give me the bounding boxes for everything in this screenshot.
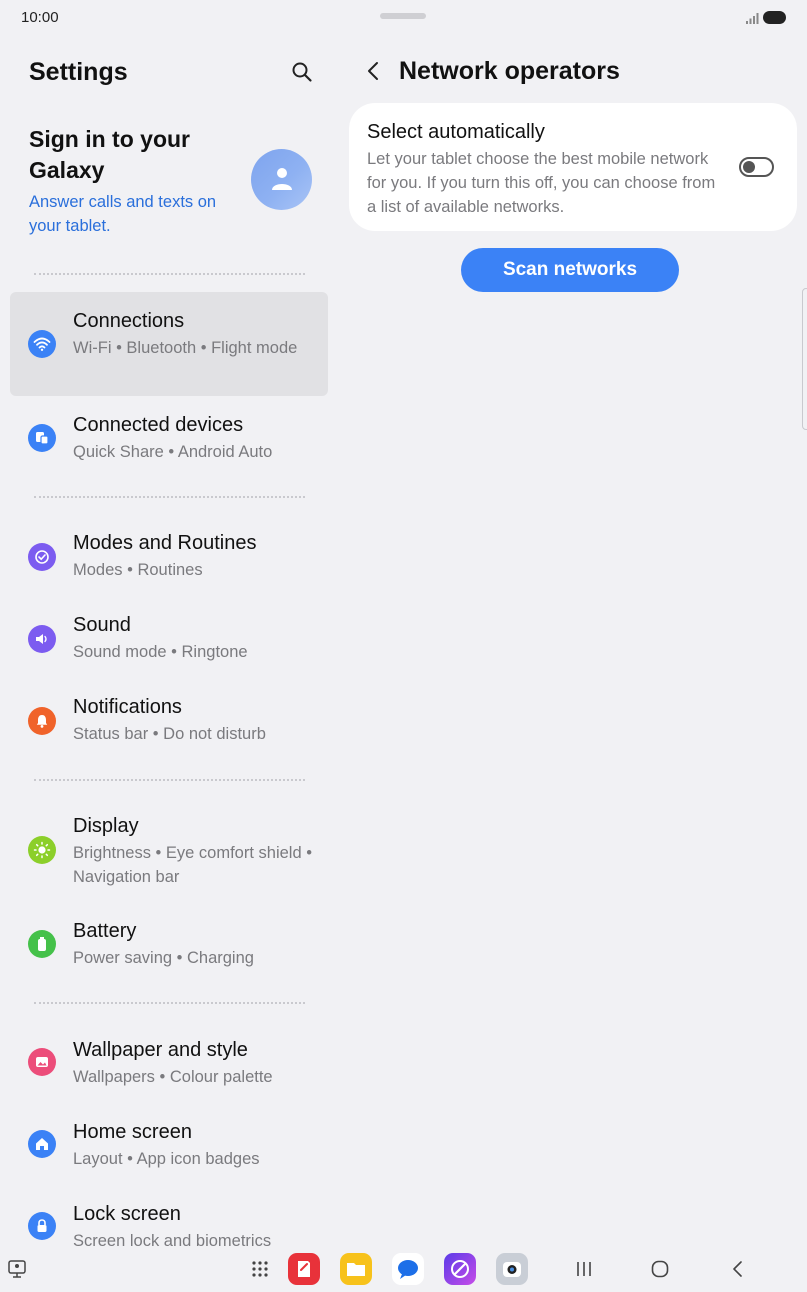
item-subtitle: Power saving • Charging [73, 949, 254, 967]
settings-item-lock-screen[interactable]: Lock screen Screen lock and biometrics [10, 1195, 328, 1250]
modes-routines-icon [28, 543, 56, 571]
settings-item-display[interactable]: Display Brightness • Eye comfort shield … [10, 807, 328, 903]
item-subtitle: Layout • App icon badges [73, 1150, 260, 1168]
settings-item-notifications[interactable]: Notifications Status bar • Do not distur… [10, 688, 328, 758]
item-title: Sound [73, 614, 131, 636]
messages-app-icon[interactable] [392, 1253, 424, 1285]
navigation-bar [0, 1250, 807, 1292]
back-arrow-icon[interactable] [363, 60, 385, 82]
internet-app-icon[interactable] [444, 1253, 476, 1285]
settings-item-connected-devices[interactable]: Connected devices Quick Share • Android … [10, 406, 328, 476]
select-automatically-title: Select automatically [367, 121, 545, 143]
settings-item-sound[interactable]: Sound Sound mode • Ringtone [10, 606, 328, 676]
divider [34, 496, 305, 498]
toggle-knob [743, 161, 755, 173]
item-title: Connected devices [73, 414, 244, 436]
person-icon [272, 168, 292, 190]
item-title: Battery [73, 920, 137, 942]
divider [34, 779, 305, 781]
select-automatically-toggle[interactable] [739, 157, 774, 177]
settings-item-battery[interactable]: Battery Power saving • Charging [10, 912, 328, 982]
item-subtitle: Wi-Fi • Bluetooth • Flight mode [73, 339, 298, 357]
status-bar: 10:00 [0, 0, 807, 36]
item-subtitle: Screen lock and biometrics [73, 1232, 272, 1250]
divider [34, 1002, 305, 1004]
panel-edge-handle[interactable] [802, 288, 807, 430]
account-subtitle: Answer calls and texts on your tablet. [29, 193, 217, 235]
avatar [251, 149, 312, 210]
battery-status-icon [763, 11, 786, 24]
item-subtitle: Sound mode • Ringtone [73, 643, 248, 661]
sun-icon [28, 836, 56, 864]
item-subtitle: Modes • Routines [73, 561, 203, 579]
status-time: 10:00 [21, 9, 59, 26]
item-title: Connections [73, 310, 185, 332]
scan-networks-button[interactable]: Scan networks [461, 248, 679, 292]
page-title: Network operators [399, 57, 620, 85]
screen: 10:00 Settings Sign in to your Galaxy An… [0, 0, 807, 1292]
drag-handle[interactable] [380, 13, 426, 19]
item-title: Notifications [73, 696, 182, 718]
item-title: Home screen [73, 1121, 192, 1143]
screenshot-toolbar-icon[interactable] [6, 1258, 28, 1280]
signal-icon [746, 13, 759, 24]
wifi-icon [28, 330, 56, 358]
settings-item-home-screen[interactable]: Home screen Layout • App icon badges [10, 1113, 328, 1183]
connected-devices-icon [28, 424, 56, 452]
home-button-icon[interactable] [648, 1257, 672, 1281]
item-title: Lock screen [73, 1203, 181, 1225]
select-automatically-description: Let your tablet choose the best mobile n… [367, 150, 716, 216]
settings-panel: Settings Sign in to your Galaxy Answer c… [0, 36, 338, 1250]
image-icon [28, 1048, 56, 1076]
settings-item-modes-routines[interactable]: Modes and Routines Modes • Routines [10, 524, 328, 594]
divider [34, 273, 305, 275]
item-subtitle: Quick Share • Android Auto [73, 443, 273, 461]
lock-icon [28, 1212, 56, 1240]
app-drawer-icon[interactable] [249, 1258, 271, 1280]
camera-app-icon[interactable] [496, 1253, 528, 1285]
battery-icon [28, 930, 56, 958]
item-title: Display [73, 815, 139, 837]
item-title: Wallpaper and style [73, 1039, 248, 1061]
search-icon[interactable] [290, 60, 314, 84]
item-subtitle: Brightness • Eye comfort shield • Naviga… [73, 844, 312, 886]
item-title: Modes and Routines [73, 532, 257, 554]
account-sign-in[interactable]: Sign in to your Galaxy Answer calls and … [29, 124, 319, 235]
item-subtitle: Status bar • Do not disturb [73, 725, 266, 743]
select-automatically-card[interactable]: Select automatically Let your tablet cho… [349, 103, 797, 231]
settings-item-connections[interactable]: Connections Wi-Fi • Bluetooth • Flight m… [10, 292, 328, 396]
account-title: Sign in to your Galaxy [29, 126, 190, 183]
speaker-icon [28, 625, 56, 653]
home-icon [28, 1130, 56, 1158]
back-button-icon[interactable] [726, 1257, 750, 1281]
item-subtitle: Wallpapers • Colour palette [73, 1068, 273, 1086]
recent-apps-icon[interactable] [572, 1258, 596, 1280]
settings-title: Settings [29, 58, 128, 86]
files-app-icon[interactable] [340, 1253, 372, 1285]
notes-app-icon[interactable] [288, 1253, 320, 1285]
bell-icon [28, 707, 56, 735]
settings-item-wallpaper[interactable]: Wallpaper and style Wallpapers • Colour … [10, 1031, 328, 1101]
